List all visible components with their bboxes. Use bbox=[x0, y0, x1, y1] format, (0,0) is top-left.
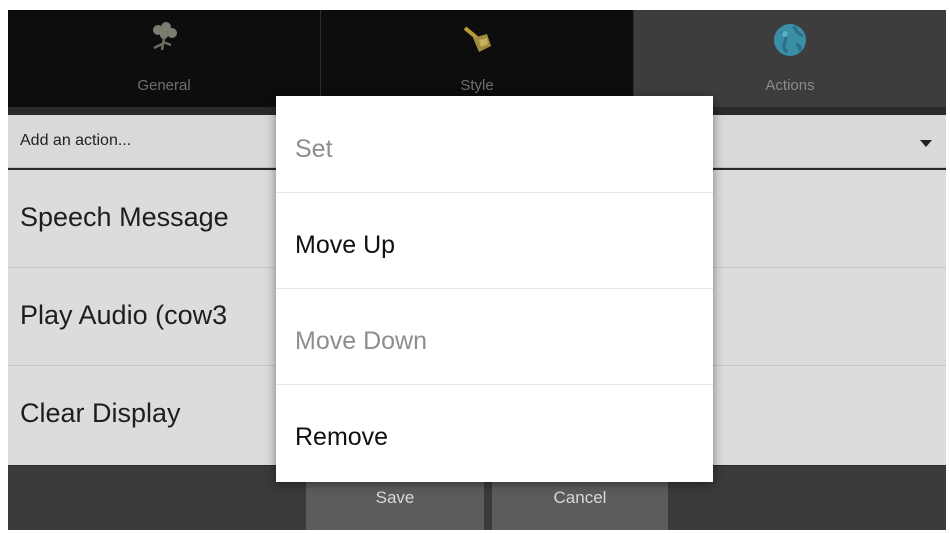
dropdown-arrow-icon bbox=[920, 140, 932, 147]
menu-item-remove[interactable]: Remove bbox=[276, 385, 713, 481]
tab-general[interactable]: General bbox=[8, 10, 321, 107]
app-screen: General Style Actions Add an action... S… bbox=[8, 10, 946, 530]
tab-style-label: Style bbox=[460, 77, 494, 94]
flower-icon bbox=[153, 22, 177, 51]
tab-bar: General Style Actions bbox=[8, 10, 946, 107]
menu-item-set: Set bbox=[276, 96, 713, 193]
paintbrush-icon bbox=[463, 26, 491, 52]
tab-general-label: General bbox=[137, 77, 191, 94]
tab-actions[interactable]: Actions bbox=[634, 10, 946, 107]
menu-item-move-up[interactable]: Move Up bbox=[276, 193, 713, 289]
add-action-label: Add an action... bbox=[20, 132, 132, 149]
globe-icon bbox=[774, 24, 806, 56]
tab-actions-label: Actions bbox=[765, 77, 815, 94]
context-menu: Set Move Up Move Down Remove bbox=[276, 96, 713, 482]
tab-style[interactable]: Style bbox=[321, 10, 634, 107]
menu-item-move-down: Move Down bbox=[276, 289, 713, 385]
